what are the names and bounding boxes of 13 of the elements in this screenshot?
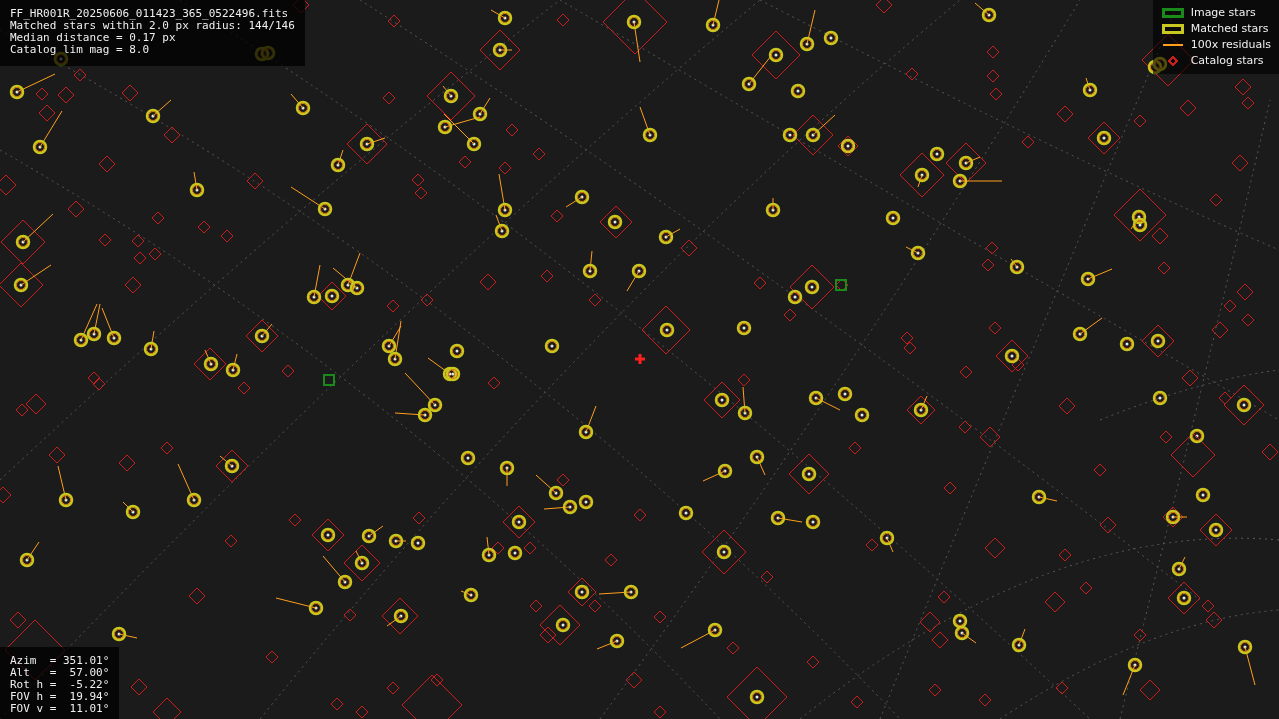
pointing-text: Alt = 57.00° [10, 667, 110, 679]
pointing-text: FOV v = 11.01° [10, 703, 110, 715]
legend-label: Catalog stars [1190, 54, 1264, 68]
pointing-text: FOV h = 19.94° [10, 691, 110, 703]
info-text: Median distance = 0.17 px [10, 32, 177, 44]
info-text: Catalog lim mag = 8.0 [10, 44, 151, 56]
pointing-text: Azim = 351.01° [10, 655, 110, 667]
legend-label: 100x residuals [1190, 38, 1271, 52]
legend-label: Matched stars [1190, 22, 1269, 36]
legend-label: Image stars [1190, 6, 1256, 20]
info-text: Matched stars within 2.0 px radius: 144/146 [10, 20, 295, 32]
info-text: FF_HR001R_20250606_011423_365_0522496.fits [10, 8, 290, 20]
pointing-text: Rot h = -5.22° [10, 679, 110, 691]
